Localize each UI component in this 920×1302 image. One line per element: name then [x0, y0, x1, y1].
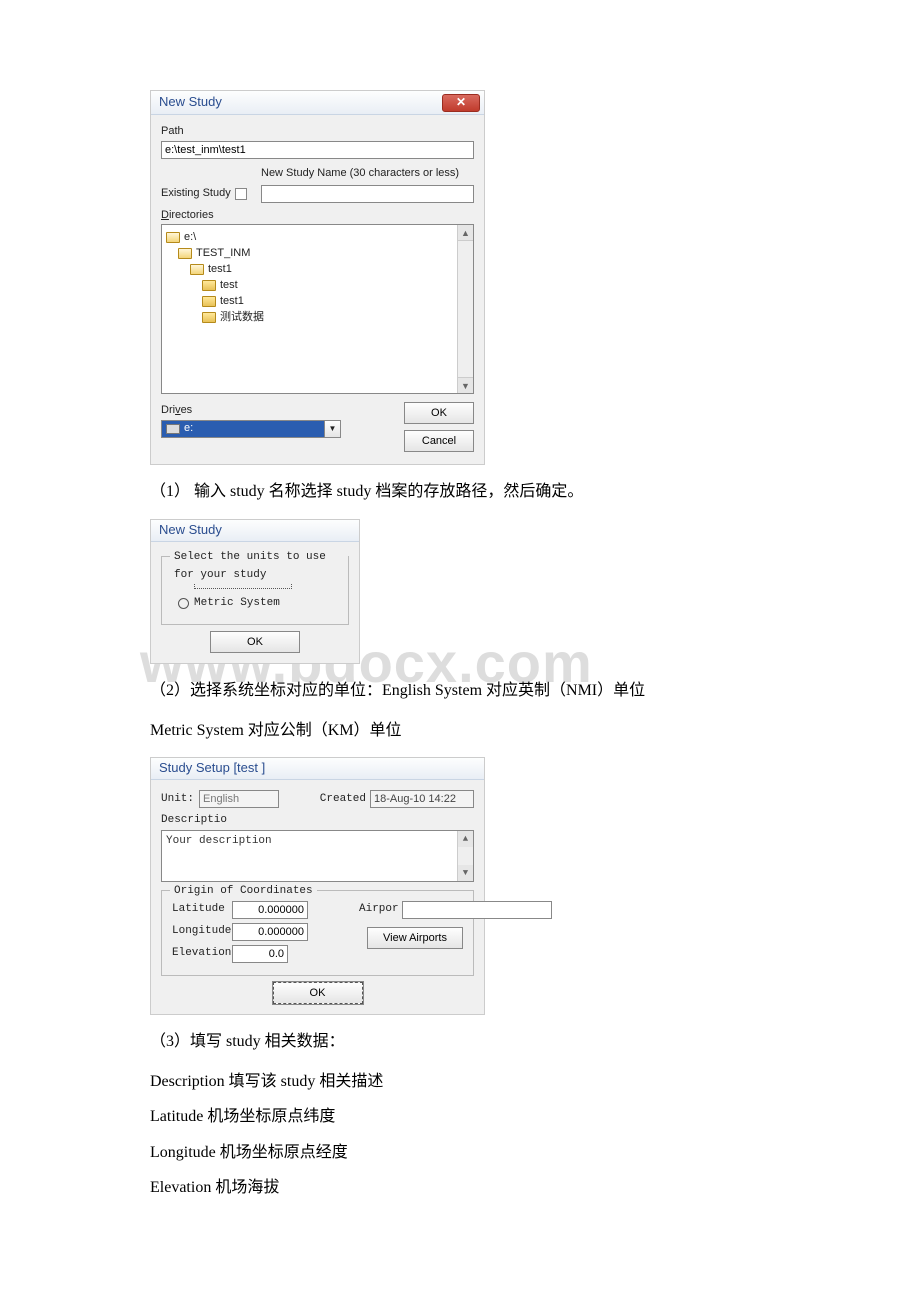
directory-tree[interactable]: e:\ TEST_INM test1 test test1 测试数据 ▲ ▼: [161, 224, 474, 394]
new-study-name-input[interactable]: [261, 185, 474, 203]
folder-open-icon: [166, 232, 180, 243]
instruction-1: （1） 输入 study 名称选择 study 档案的存放路径，然后确定。: [150, 479, 770, 505]
dialog-body: Select the units to use for your study E…: [151, 542, 359, 663]
tree-item[interactable]: test1: [220, 293, 244, 311]
ok-button[interactable]: OK: [210, 631, 300, 653]
path-label: Path: [161, 123, 474, 141]
option-metric-label: Metric System: [194, 595, 280, 613]
description-value: Your description: [166, 835, 272, 847]
scroll-down-icon[interactable]: ▼: [458, 377, 473, 393]
titlebar: New Study: [151, 520, 359, 542]
radio-metric[interactable]: [178, 598, 189, 609]
scrollbar[interactable]: ▲ ▼: [457, 831, 473, 881]
view-airports-button[interactable]: View Airports: [367, 927, 463, 949]
document-page: New Study ✕ Path New Study Name (30 char…: [0, 0, 920, 1271]
dialog-new-study-units: New Study Select the units to use for yo…: [150, 519, 360, 664]
cancel-button[interactable]: Cancel: [404, 430, 474, 452]
window-title: New Study: [159, 92, 222, 113]
window-title: Study Setup [test ]: [159, 758, 265, 779]
ok-button[interactable]: OK: [404, 402, 474, 424]
drives-combo[interactable]: e: ▼: [161, 420, 341, 438]
window-title: New Study: [159, 520, 222, 541]
tree-item[interactable]: test1: [208, 261, 232, 279]
drives-label: Drives: [161, 402, 404, 420]
instruction-4: Description 填写该 study 相关描述: [150, 1069, 770, 1095]
description-label: Descriptio: [161, 812, 474, 830]
unit-field: [199, 790, 279, 808]
tree-item[interactable]: 测试数据: [220, 309, 264, 327]
tree-item[interactable]: e:\: [184, 229, 196, 247]
titlebar: New Study ✕: [151, 91, 484, 115]
titlebar: Study Setup [test ]: [151, 758, 484, 780]
existing-study-checkbox[interactable]: [235, 188, 247, 200]
chevron-down-icon[interactable]: ▼: [324, 421, 340, 437]
scrollbar[interactable]: ▲ ▼: [457, 225, 473, 393]
created-label: Created: [320, 791, 366, 809]
instruction-6: Longitude 机场坐标原点经度: [150, 1140, 770, 1166]
instruction-3: （3）填写 study 相关数据：: [150, 1029, 770, 1055]
origin-group: Origin of Coordinates Latitude Longitude…: [161, 890, 474, 976]
scroll-down-icon[interactable]: ▼: [458, 865, 473, 881]
existing-study-label: Existing Study: [161, 185, 231, 203]
longitude-input[interactable]: [232, 923, 308, 941]
instruction-5: Latitude 机场坐标原点纬度: [150, 1104, 770, 1130]
latitude-input[interactable]: [232, 901, 308, 919]
instruction-2b: Metric System 对应公制（KM）单位: [150, 718, 770, 744]
unit-label: Unit:: [161, 791, 199, 809]
directories-label: Directories: [161, 207, 474, 225]
drive-icon: [166, 424, 180, 434]
units-group: Select the units to use for your study E…: [161, 556, 349, 625]
folder-open-icon: [178, 248, 192, 259]
group-label: Select the units to use for your study: [170, 549, 348, 584]
scroll-up-icon[interactable]: ▲: [458, 831, 473, 847]
instruction-2: （2）选择系统坐标对应的单位：English System 对应英制（NMI）单…: [150, 678, 770, 704]
new-name-label: New Study Name (30 characters or less): [261, 165, 474, 183]
created-field: [370, 790, 474, 808]
airport-input[interactable]: [402, 901, 552, 919]
tree-item[interactable]: TEST_INM: [196, 245, 250, 263]
path-input[interactable]: [161, 141, 474, 159]
origin-label: Origin of Coordinates: [170, 883, 317, 901]
elevation-input[interactable]: [232, 945, 288, 963]
folder-open-icon: [190, 264, 204, 275]
drive-value: e:: [184, 420, 193, 438]
close-icon[interactable]: ✕: [442, 94, 480, 112]
instruction-7: Elevation 机场海拔: [150, 1175, 770, 1201]
scroll-up-icon[interactable]: ▲: [458, 225, 473, 241]
folder-closed-icon: [202, 296, 216, 307]
dialog-study-setup: Study Setup [test ] Unit: Created Descri…: [150, 757, 485, 1015]
folder-closed-icon: [202, 280, 216, 291]
dialog-body: Unit: Created Descriptio Your descriptio…: [151, 780, 484, 1014]
folder-closed-icon: [202, 312, 216, 323]
description-textarea[interactable]: Your description ▲ ▼: [161, 830, 474, 882]
airport-label: Airpor: [359, 901, 399, 919]
dialog-body: Path New Study Name (30 characters or le…: [151, 115, 484, 464]
latitude-label: Latitude: [172, 901, 232, 919]
dialog-new-study: New Study ✕ Path New Study Name (30 char…: [150, 90, 485, 465]
tree-item[interactable]: test: [220, 277, 238, 295]
elevation-label: Elevation: [172, 945, 232, 963]
ok-button[interactable]: OK: [273, 982, 363, 1004]
longitude-label: Longitude: [172, 923, 232, 941]
